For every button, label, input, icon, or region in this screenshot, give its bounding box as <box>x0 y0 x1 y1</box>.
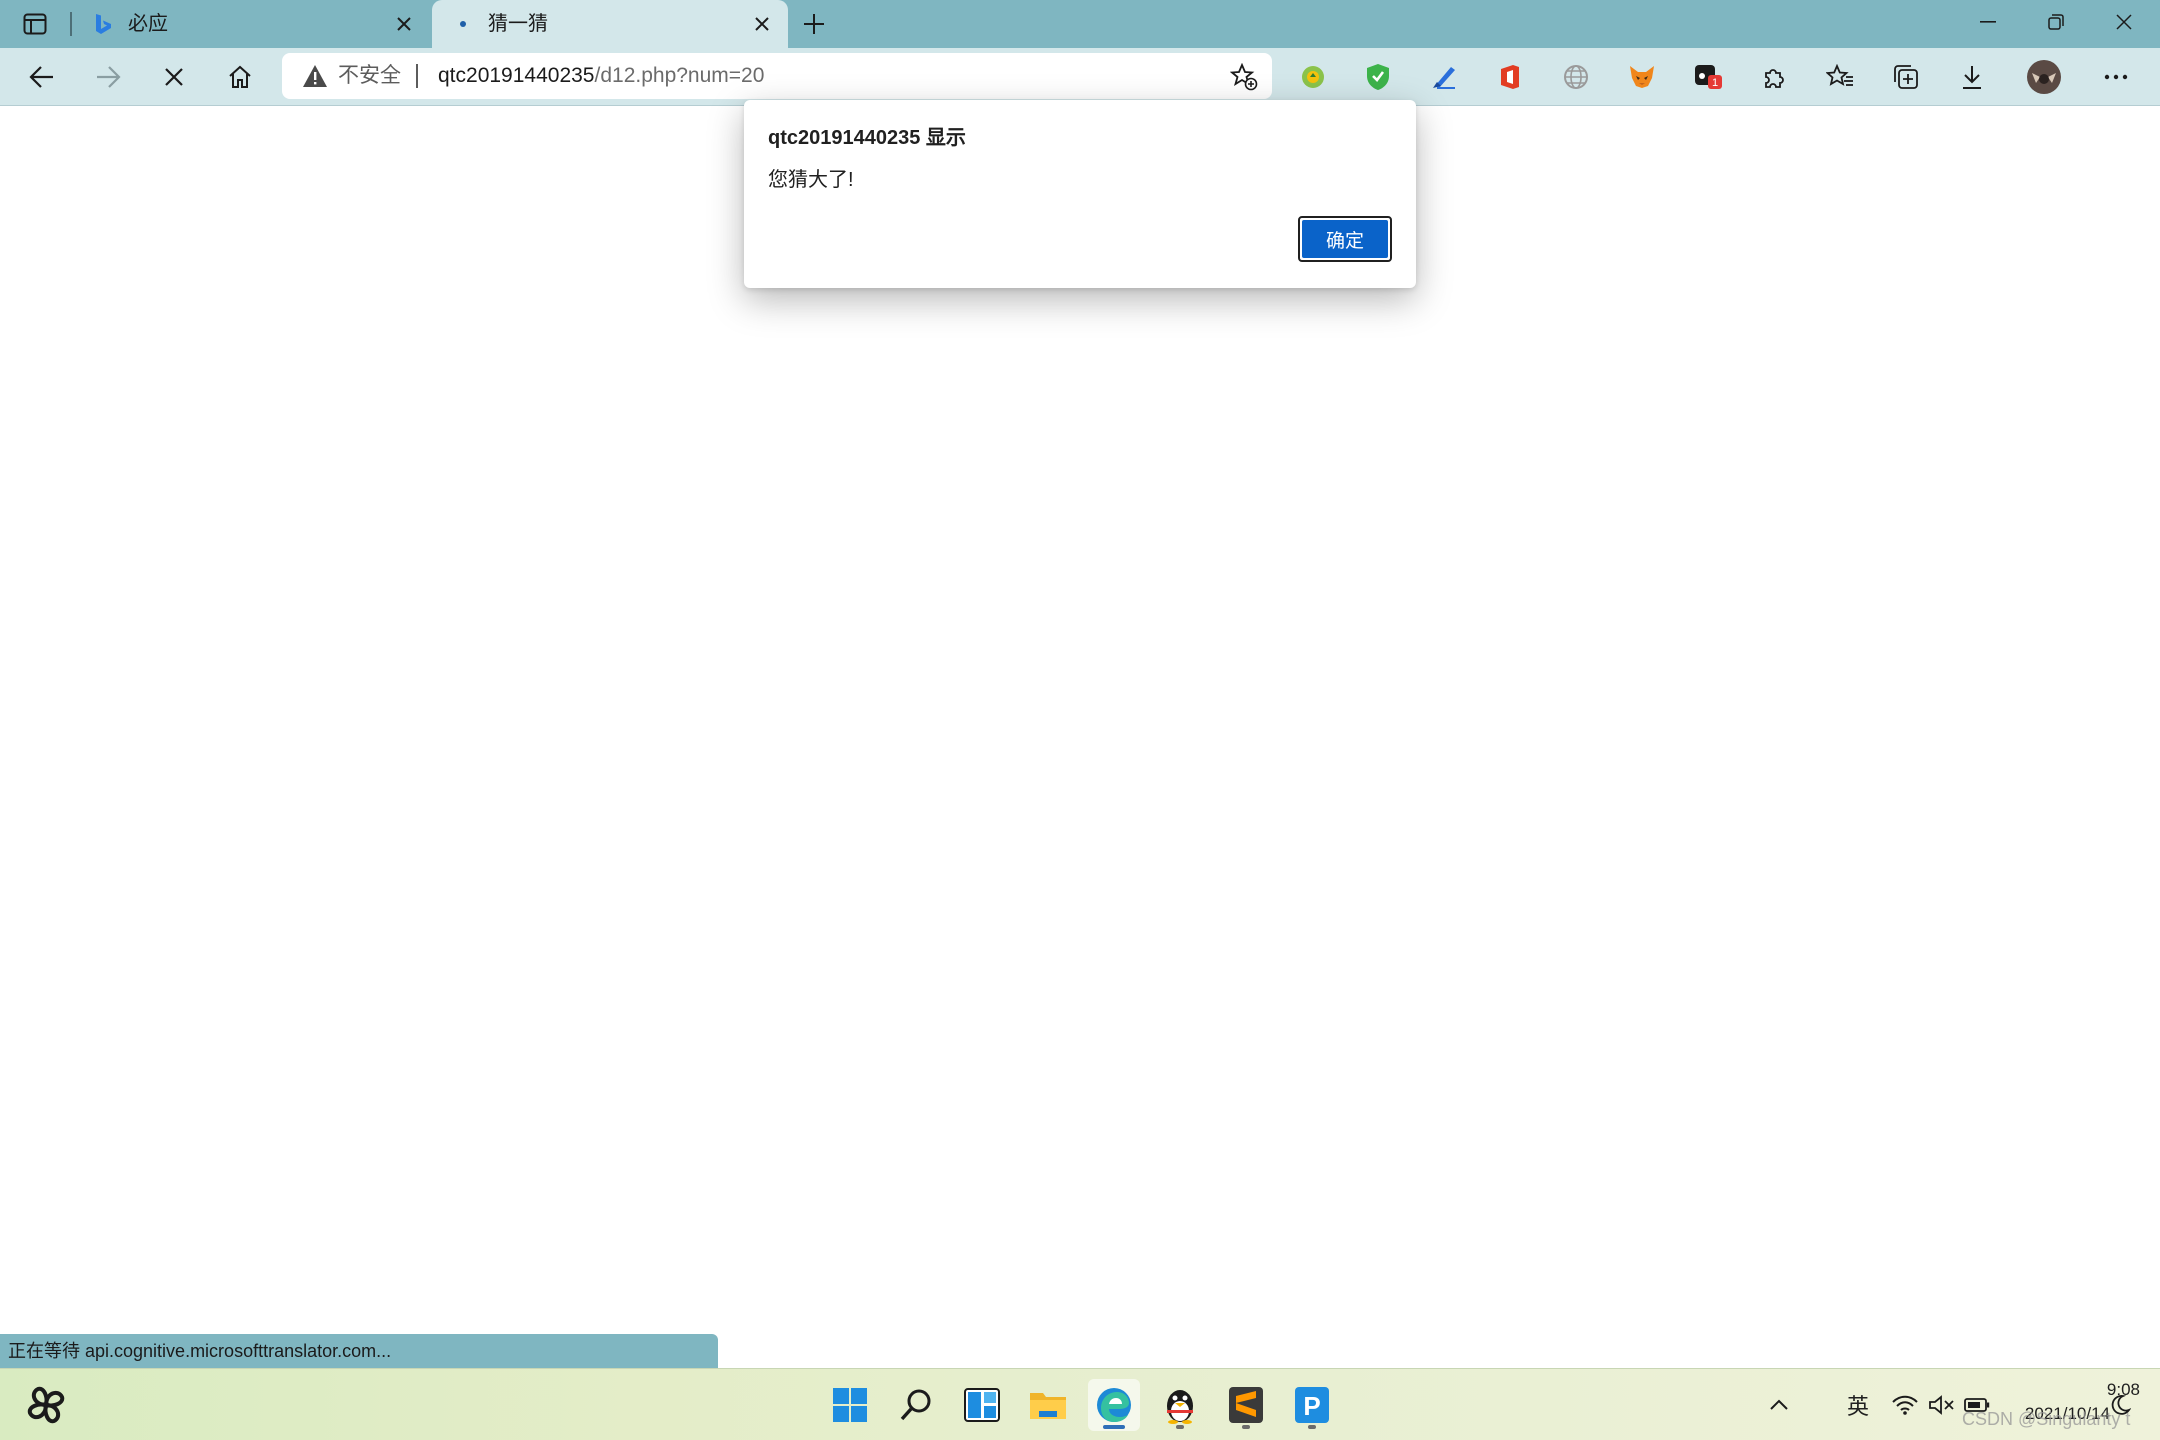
loading-dot-icon <box>452 13 474 35</box>
back-button[interactable] <box>22 57 62 97</box>
close-icon <box>165 68 183 86</box>
running-indicator <box>1242 1425 1250 1429</box>
arrow-left-icon <box>29 66 53 88</box>
active-indicator <box>1103 1425 1125 1429</box>
close-icon <box>2116 14 2132 30</box>
globe-extension-icon[interactable] <box>1560 61 1592 93</box>
minimize-icon <box>1980 21 1996 23</box>
arrow-right-icon <box>97 66 121 88</box>
sublime-text-button[interactable] <box>1220 1379 1272 1431</box>
close-tab-icon[interactable] <box>392 12 416 36</box>
svg-text:P: P <box>1303 1391 1320 1421</box>
url-host: qtc20191440235 <box>438 64 595 87</box>
add-favorite-icon[interactable] <box>1230 63 1258 91</box>
tab-actions-icon[interactable] <box>18 8 52 40</box>
green-arrow-extension-icon[interactable] <box>1297 61 1329 93</box>
taskbar: P 英 9:08 2021/10/14 CSDN @Singularity t <box>0 1368 2160 1440</box>
tab-title: 猜一猜 <box>488 13 548 35</box>
edge-icon <box>1097 1388 1131 1422</box>
minimize-button[interactable] <box>1954 0 2022 44</box>
address-divider <box>416 64 418 88</box>
more-icon <box>2104 74 2128 80</box>
penguin-icon <box>1167 1390 1193 1424</box>
forward-button[interactable] <box>88 57 128 97</box>
notification-extension-icon[interactable]: 1 <box>1692 61 1724 93</box>
home-icon <box>229 65 251 88</box>
alert-dialog: qtc20191440235 显示 您猜大了! 确定 <box>744 100 1416 288</box>
home-button[interactable] <box>220 57 260 97</box>
widgets-button[interactable] <box>956 1379 1008 1431</box>
extensions-button[interactable] <box>1758 61 1790 93</box>
show-hidden-icons-button[interactable] <box>1764 1387 1794 1423</box>
bing-icon <box>92 13 114 35</box>
ok-button[interactable]: 确定 <box>1298 216 1392 262</box>
office-extension-icon[interactable] <box>1494 61 1526 93</box>
avatar-icon <box>2027 60 2061 94</box>
extension-badge: 1 <box>1712 77 1718 89</box>
sublime-icon <box>1229 1387 1263 1423</box>
edge-button[interactable] <box>1088 1379 1140 1431</box>
chevron-up-icon <box>1770 1399 1788 1410</box>
search-icon <box>900 1389 931 1421</box>
wifi-icon[interactable] <box>1888 1387 1922 1423</box>
close-tab-icon[interactable] <box>750 12 774 36</box>
puzzle-icon <box>1765 69 1784 88</box>
pen-extension-icon[interactable] <box>1428 61 1460 93</box>
shield-extension-icon[interactable] <box>1362 61 1394 93</box>
file-explorer-button[interactable] <box>1022 1379 1074 1431</box>
collections-button[interactable] <box>1890 61 1922 93</box>
tab-strip: 必应 猜一猜 <box>0 0 2160 48</box>
start-button[interactable] <box>824 1379 876 1431</box>
volume-muted-icon[interactable] <box>1924 1387 1958 1423</box>
status-bar: 正在等待 api.cognitive.microsofttranslator.c… <box>0 1334 718 1368</box>
downloads-button[interactable] <box>1956 61 1988 93</box>
close-window-button[interactable] <box>2090 0 2158 44</box>
windows-icon <box>833 1388 867 1422</box>
tab-guess[interactable]: 猜一猜 <box>432 0 788 48</box>
running-indicator <box>1308 1425 1316 1429</box>
restore-button[interactable] <box>2022 0 2090 44</box>
plus-icon <box>804 14 824 34</box>
qq-button[interactable] <box>1154 1379 1206 1431</box>
folder-icon <box>1030 1393 1066 1419</box>
fox-extension-icon[interactable] <box>1626 61 1658 93</box>
profile-avatar[interactable] <box>2026 59 2062 95</box>
favorites-button[interactable] <box>1824 61 1856 93</box>
new-tab-button[interactable] <box>796 6 832 42</box>
dialog-message: 您猜大了! <box>768 169 854 191</box>
favorites-icon <box>1826 64 1853 86</box>
input-method-indicator[interactable]: 英 <box>1840 1387 1876 1423</box>
restore-icon <box>2048 14 2064 30</box>
tab-title: 必应 <box>128 13 168 35</box>
settings-more-button[interactable] <box>2100 61 2132 93</box>
running-indicator <box>1176 1425 1184 1429</box>
ok-button-label: 确定 <box>1302 220 1388 258</box>
widget-logo-icon[interactable] <box>20 1379 72 1431</box>
warning-icon[interactable] <box>302 64 328 88</box>
widgets-icon <box>964 1388 1000 1422</box>
p-app-icon: P <box>1295 1387 1329 1423</box>
security-label[interactable]: 不安全 <box>338 62 401 90</box>
search-button[interactable] <box>890 1379 942 1431</box>
p-app-button[interactable]: P <box>1286 1379 1338 1431</box>
collections-icon <box>1894 65 1918 89</box>
dialog-title: qtc20191440235 显示 <box>768 127 966 149</box>
url-path: /d12.php?num=20 <box>594 64 765 87</box>
stop-loading-button[interactable] <box>154 57 194 97</box>
watermark: CSDN @Singularity t <box>1962 1409 2131 1429</box>
browser-toolbar: 不安全 qtc20191440235/d12.php?num=20 1 <box>0 48 2160 106</box>
tab-bing[interactable]: 必应 <box>72 0 430 48</box>
url-text[interactable]: qtc20191440235/d12.php?num=20 <box>438 62 764 90</box>
download-icon <box>1963 66 1981 89</box>
address-bar[interactable]: 不安全 qtc20191440235/d12.php?num=20 <box>282 53 1272 99</box>
